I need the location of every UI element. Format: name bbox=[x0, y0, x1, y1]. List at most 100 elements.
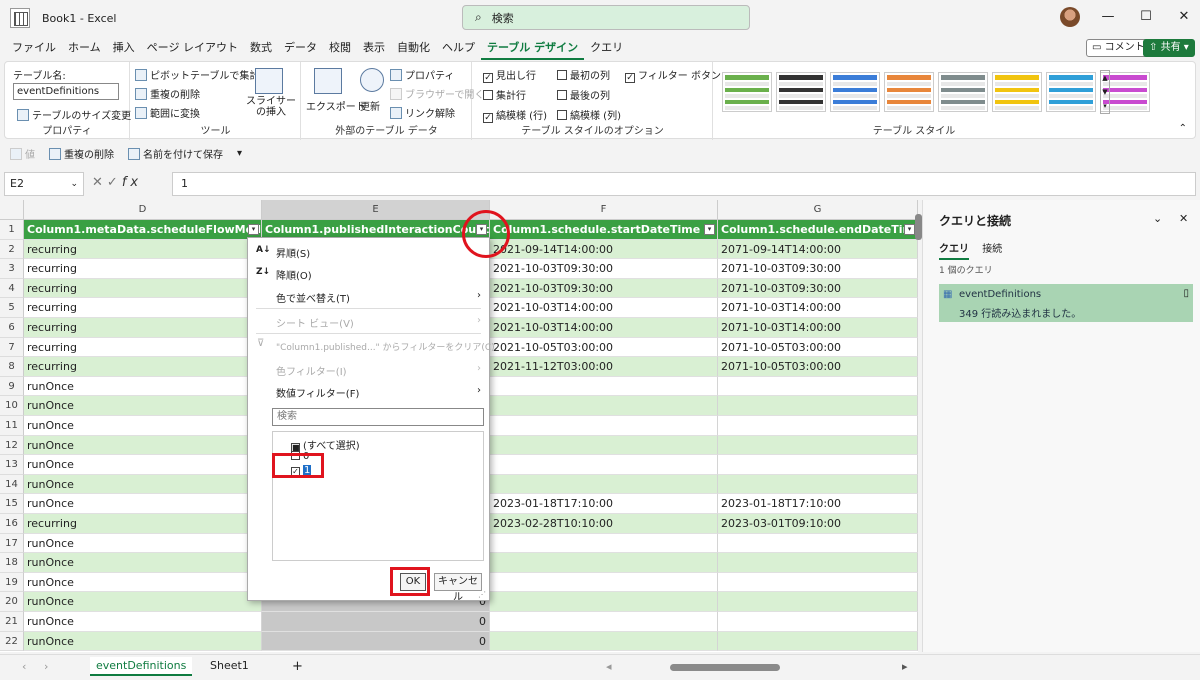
filter-dropdown-icon[interactable]: ▾ bbox=[704, 224, 715, 235]
row-header[interactable]: 18 bbox=[0, 553, 24, 573]
row-header[interactable]: 11 bbox=[0, 416, 24, 436]
table-cell[interactable]: runOnce bbox=[24, 533, 262, 554]
table-cell[interactable]: recurring bbox=[24, 298, 262, 318]
filter-search-input[interactable]: 検索 bbox=[272, 408, 484, 426]
enter-icon[interactable]: ✓ bbox=[107, 175, 122, 190]
total-row-checkbox[interactable]: 集計行 bbox=[483, 87, 526, 102]
table-cell[interactable]: 0 bbox=[262, 612, 490, 632]
table-cell[interactable] bbox=[490, 612, 718, 632]
row-header[interactable]: 20 bbox=[0, 592, 24, 612]
filter-dropdown-icon[interactable]: ▾ bbox=[248, 224, 259, 235]
table-cell[interactable]: recurring bbox=[24, 318, 262, 338]
refresh-icon[interactable] bbox=[360, 68, 384, 92]
row-header[interactable]: 6 bbox=[0, 318, 24, 338]
vertical-scrollbar[interactable] bbox=[915, 214, 922, 240]
table-cell[interactable]: recurring bbox=[24, 337, 262, 358]
table-cell[interactable] bbox=[718, 376, 918, 397]
ribbon-tab[interactable]: 挿入 bbox=[107, 38, 141, 60]
table-style-swatch[interactable] bbox=[830, 72, 880, 112]
gallery-scroll[interactable]: ▲ ▼ ▾ bbox=[1100, 70, 1110, 114]
table-cell[interactable] bbox=[718, 533, 918, 554]
ribbon-tab[interactable]: データ bbox=[278, 38, 323, 60]
tab-connections[interactable]: 接続 bbox=[982, 240, 1002, 258]
table-style-swatch[interactable] bbox=[938, 72, 988, 112]
remove-duplicates-button[interactable]: 重複の削除 bbox=[135, 86, 200, 101]
ribbon-tab[interactable]: 校閲 bbox=[323, 38, 357, 60]
select-all-corner[interactable] bbox=[0, 200, 24, 220]
table-cell[interactable] bbox=[718, 435, 918, 456]
table-style-swatch[interactable] bbox=[776, 72, 826, 112]
scroll-right-icon[interactable]: › bbox=[44, 660, 48, 673]
banded-columns-checkbox[interactable]: 縞模様 (列) bbox=[557, 107, 621, 122]
table-cell[interactable] bbox=[718, 592, 918, 612]
table-cell[interactable]: 2021-10-05T03:00:00 bbox=[490, 337, 718, 358]
table-cell[interactable] bbox=[490, 416, 718, 436]
tab-queries[interactable]: クエリ bbox=[939, 240, 969, 260]
ribbon-tab[interactable]: 自動化 bbox=[391, 38, 436, 60]
table-header-cell[interactable]: Column1.schedule.startDateTime ▾ bbox=[490, 220, 718, 240]
table-cell[interactable]: recurring bbox=[24, 239, 262, 260]
table-cell[interactable]: recurring bbox=[24, 259, 262, 279]
table-style-swatch[interactable] bbox=[884, 72, 934, 112]
ribbon-tab[interactable]: ファイル bbox=[6, 38, 62, 60]
row-header[interactable]: 1 bbox=[0, 220, 24, 240]
hscroll-left-icon[interactable]: ◂ bbox=[606, 660, 612, 673]
ribbon-tab[interactable]: 数式 bbox=[244, 38, 278, 60]
row-header[interactable]: 19 bbox=[0, 572, 24, 593]
query-item[interactable]: ▦ eventDefinitions 349 行読み込まれました。 ▯ bbox=[939, 284, 1193, 322]
unlink-button[interactable]: リンク解除 bbox=[390, 105, 455, 120]
table-cell[interactable]: 2071-10-03T14:00:00 bbox=[718, 298, 918, 318]
table-cell[interactable]: 0 bbox=[262, 631, 490, 652]
sheet-tab-eventdefinitions[interactable]: eventDefinitions bbox=[90, 657, 193, 676]
insert-slicer-button[interactable]: スライサーの挿入 bbox=[243, 96, 299, 118]
table-cell[interactable] bbox=[490, 474, 718, 495]
table-cell[interactable]: runOnce bbox=[24, 592, 262, 612]
ribbon-tab[interactable]: 表示 bbox=[357, 38, 391, 60]
table-cell[interactable] bbox=[490, 376, 718, 397]
table-cell[interactable]: 2021-10-03T14:00:00 bbox=[490, 298, 718, 318]
table-cell[interactable] bbox=[490, 572, 718, 593]
comment-button[interactable]: ▭ コメント bbox=[1086, 39, 1151, 57]
pane-options-icon[interactable]: ⌄ bbox=[1153, 212, 1162, 225]
table-cell[interactable] bbox=[718, 631, 918, 652]
table-cell[interactable]: 2071-09-14T14:00:00 bbox=[718, 239, 918, 260]
column-header[interactable]: F bbox=[490, 200, 718, 220]
row-header[interactable]: 13 bbox=[0, 455, 24, 475]
filter-value-list[interactable]: ■ (すべて選択) 0 ✓ 1 bbox=[272, 431, 484, 561]
table-cell[interactable]: runOnce bbox=[24, 553, 262, 573]
name-box[interactable]: E2 ⌄ bbox=[4, 172, 84, 196]
table-cell[interactable]: 2021-10-03T09:30:00 bbox=[490, 259, 718, 279]
select-all-checkbox[interactable]: ■ (すべて選択) bbox=[291, 437, 360, 452]
filter-dropdown-icon[interactable]: ▾ bbox=[904, 224, 915, 235]
table-cell[interactable]: 2071-10-03T14:00:00 bbox=[718, 318, 918, 338]
row-header[interactable]: 22 bbox=[0, 631, 24, 652]
table-cell[interactable]: runOnce bbox=[24, 612, 262, 632]
table-cell[interactable]: runOnce bbox=[24, 572, 262, 593]
table-cell[interactable]: 2071-10-03T09:30:00 bbox=[718, 259, 918, 279]
number-filter-item[interactable]: 数値フィルター(F) bbox=[276, 385, 359, 400]
maximize-button[interactable]: ☐ bbox=[1138, 9, 1154, 25]
last-column-checkbox[interactable]: 最後の列 bbox=[557, 87, 610, 102]
table-cell[interactable] bbox=[718, 572, 918, 593]
table-header-cell[interactable]: Column1.metaData.scheduleFlowMode ▾ bbox=[24, 220, 262, 240]
row-header[interactable]: 9 bbox=[0, 376, 24, 397]
row-header[interactable]: 7 bbox=[0, 337, 24, 358]
excel-app-icon[interactable] bbox=[10, 8, 30, 28]
ribbon-tab[interactable]: ホーム bbox=[62, 38, 107, 60]
sort-by-color-item[interactable]: 色で並べ替え(T) bbox=[276, 290, 350, 305]
sort-ascending-item[interactable]: 昇順(S) bbox=[276, 245, 310, 260]
share-button[interactable]: ⇧ 共有 ▾ bbox=[1143, 39, 1195, 57]
query-preview-icon[interactable]: ▯ bbox=[1183, 288, 1189, 299]
table-cell[interactable]: 2071-10-03T09:30:00 bbox=[718, 278, 918, 299]
sort-descending-item[interactable]: 降順(O) bbox=[276, 267, 312, 282]
table-cell[interactable]: runOnce bbox=[24, 396, 262, 416]
scroll-left-icon[interactable]: ‹ bbox=[22, 660, 26, 673]
row-header[interactable]: 4 bbox=[0, 278, 24, 299]
row-header[interactable]: 8 bbox=[0, 357, 24, 377]
horizontal-scrollbar[interactable] bbox=[670, 664, 780, 671]
row-header[interactable]: 16 bbox=[0, 514, 24, 534]
table-cell[interactable] bbox=[490, 553, 718, 573]
export-button[interactable]: エクスポート bbox=[306, 98, 366, 113]
table-cell[interactable]: 2023-03-01T09:10:00 bbox=[718, 514, 918, 534]
pivot-summary-button[interactable]: ピボットテーブルで集計 bbox=[135, 67, 259, 82]
